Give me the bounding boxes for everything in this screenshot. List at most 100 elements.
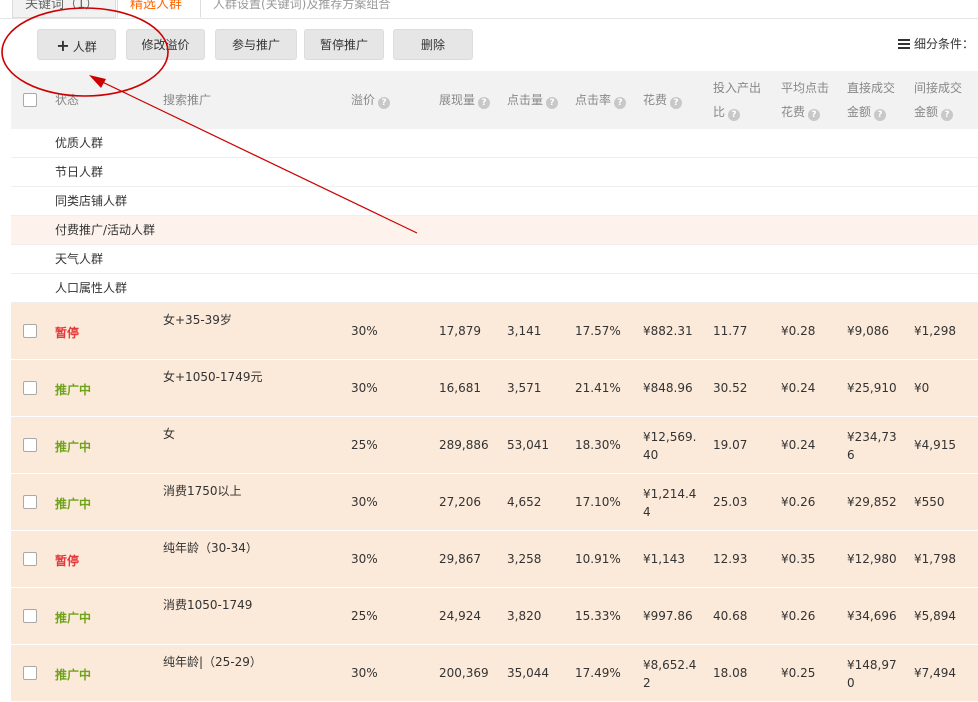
table-row[interactable]: 推广中 消费1750以上 30% 27,206 4,652 17.10% 25.03 ¥0.2… bbox=[11, 474, 978, 531]
header-direct-amount[interactable]: 直接成交 金额? bbox=[847, 76, 895, 124]
cell-direct-amount: ¥29,852 bbox=[847, 495, 897, 509]
cell-indirect: ¥0 bbox=[914, 381, 930, 395]
cell-direct-amount-wrap: 0 bbox=[847, 676, 855, 690]
row-checkbox[interactable] bbox=[23, 438, 37, 452]
help-icon[interactable]: ? bbox=[614, 97, 627, 109]
cell-direct-amount: ¥148,97 bbox=[847, 658, 897, 672]
audience-name[interactable]: 女+1050-1749元 bbox=[163, 368, 262, 385]
group-row[interactable]: 天气人群 bbox=[11, 245, 978, 274]
table-row[interactable]: 推广中 纯年龄|（25-29） 30% 200,369 35,044 17.49% 18.0… bbox=[11, 645, 978, 702]
table-row[interactable]: 暂停 女+35-39岁 30% 17,879 3,141 17.57% 11.77 ¥0.28… bbox=[11, 303, 978, 360]
cell-indirect: ¥1,798 bbox=[914, 552, 956, 566]
cell-clicks: 4,652 bbox=[507, 495, 542, 509]
cell-clicks: 3,820 bbox=[507, 609, 542, 623]
row-checkbox[interactable] bbox=[23, 324, 37, 338]
audience-name[interactable]: 纯年龄|（25-29） bbox=[163, 653, 262, 670]
edit-premium-button[interactable]: 修改溢价 bbox=[126, 29, 205, 60]
header-clicks[interactable]: 点击量? bbox=[507, 88, 559, 112]
cell-clicks: 3,141 bbox=[507, 324, 542, 338]
table-row[interactable]: 推广中 女+1050-1749元 30% 16,681 3,571 21.41% 30.52… bbox=[11, 360, 978, 417]
tab-selected-audience[interactable]: 精选人群 bbox=[117, 0, 201, 18]
cell-cpc: ¥0.35 bbox=[781, 552, 816, 566]
cell-ctr: 17.10% bbox=[575, 495, 621, 509]
header-cost[interactable]: 花费? bbox=[643, 88, 683, 112]
header-roi[interactable]: 投入产出比? bbox=[713, 76, 761, 124]
audience-name[interactable]: 纯年龄（30-34） bbox=[163, 539, 258, 556]
select-all-checkbox[interactable] bbox=[23, 93, 37, 107]
group-row[interactable]: 优质人群 bbox=[11, 129, 978, 158]
row-checkbox[interactable] bbox=[23, 609, 37, 623]
cell-cpc: ¥0.26 bbox=[781, 495, 816, 509]
audience-name[interactable]: 女+35-39岁 bbox=[163, 311, 232, 328]
cell-cost: ¥997.86 bbox=[643, 609, 693, 623]
join-promotion-button[interactable]: 参与推广 bbox=[215, 29, 297, 60]
cell-clicks: 3,258 bbox=[507, 552, 542, 566]
add-audience-button[interactable]: + 人群 bbox=[37, 29, 116, 60]
table-row[interactable]: 推广中 消费1050-1749 25% 24,924 3,820 15.33% 40.68 ¥… bbox=[11, 588, 978, 645]
help-icon[interactable]: ? bbox=[941, 109, 954, 121]
filter-conditions[interactable]: 细分条件： bbox=[897, 29, 974, 60]
cell-cpc: ¥0.24 bbox=[781, 438, 816, 452]
cell-indirect: ¥7,494 bbox=[914, 666, 956, 680]
tab-bar: 关键词（1） 精选人群 人群设置(关键词)及推荐方案组合 bbox=[0, 0, 978, 19]
cell-ctr: 18.30% bbox=[575, 438, 621, 452]
cell-indirect: ¥1,298 bbox=[914, 324, 956, 338]
cell-indirect: ¥550 bbox=[914, 495, 945, 509]
tab-audience-settings[interactable]: 人群设置(关键词)及推荐方案组合 bbox=[213, 0, 390, 18]
help-icon[interactable]: ? bbox=[378, 97, 391, 109]
help-icon[interactable]: ? bbox=[670, 97, 683, 109]
audience-name[interactable]: 消费1750以上 bbox=[163, 482, 242, 499]
cell-cost-wrap: 40 bbox=[643, 448, 659, 462]
cell-premium: 30% bbox=[351, 552, 378, 566]
header-impressions[interactable]: 展现量? bbox=[439, 88, 491, 112]
cell-clicks: 3,571 bbox=[507, 381, 542, 395]
group-row[interactable]: 付费推广/活动人群 bbox=[11, 216, 978, 245]
header-ctr[interactable]: 点击率? bbox=[575, 88, 627, 112]
cell-clicks: 35,044 bbox=[507, 666, 549, 680]
group-row[interactable]: 同类店铺人群 bbox=[11, 187, 978, 216]
row-checkbox[interactable] bbox=[23, 381, 37, 395]
list-icon bbox=[897, 39, 910, 49]
header-status: 状态 bbox=[55, 93, 80, 107]
audience-name[interactable]: 消费1050-1749 bbox=[163, 596, 252, 613]
header-indirect-amount[interactable]: 间接成交 金额? bbox=[914, 76, 962, 124]
table-row[interactable]: 推广中 女 25% 289,886 53,041 18.30% 19.07 ¥0.24 ¥4,9… bbox=[11, 417, 978, 474]
help-icon[interactable]: ? bbox=[546, 97, 559, 109]
cell-premium: 30% bbox=[351, 666, 378, 680]
help-icon[interactable]: ? bbox=[808, 109, 821, 121]
group-row[interactable]: 人口属性人群 bbox=[11, 274, 978, 303]
table-row[interactable]: 暂停 纯年龄（30-34） 30% 29,867 3,258 10.91% 12.93 ¥0.… bbox=[11, 531, 978, 588]
cell-cost-wrap: 2 bbox=[643, 676, 651, 690]
help-icon[interactable]: ? bbox=[874, 109, 887, 121]
cell-cpc: ¥0.28 bbox=[781, 324, 816, 338]
cell-premium: 30% bbox=[351, 381, 378, 395]
header-premium[interactable]: 溢价? bbox=[351, 88, 391, 112]
cell-ctr: 17.49% bbox=[575, 666, 621, 680]
cell-direct-amount: ¥25,910 bbox=[847, 381, 897, 395]
help-icon[interactable]: ? bbox=[478, 97, 491, 109]
cell-premium: 25% bbox=[351, 609, 378, 623]
cell-roi: 40.68 bbox=[713, 609, 748, 623]
help-icon[interactable]: ? bbox=[728, 109, 741, 121]
cell-premium: 30% bbox=[351, 324, 378, 338]
cell-direct-amount: ¥234,73 bbox=[847, 430, 897, 444]
cell-cost: ¥848.96 bbox=[643, 381, 693, 395]
row-checkbox[interactable] bbox=[23, 666, 37, 680]
group-row[interactable]: 节日人群 bbox=[11, 158, 978, 187]
cell-ctr: 17.57% bbox=[575, 324, 621, 338]
tab-keywords[interactable]: 关键词（1） bbox=[12, 0, 116, 18]
cell-cost-wrap: 4 bbox=[643, 505, 651, 519]
pause-promotion-button[interactable]: 暂停推广 bbox=[304, 29, 384, 60]
cell-roi: 12.93 bbox=[713, 552, 748, 566]
header-cpc[interactable]: 平均点击 花费? bbox=[781, 76, 829, 124]
status-label: 推广中 bbox=[55, 497, 92, 511]
cell-cost: ¥882.31 bbox=[643, 324, 693, 338]
cell-impressions: 27,206 bbox=[439, 495, 481, 509]
delete-button[interactable]: 删除 bbox=[393, 29, 473, 60]
audience-name[interactable]: 女 bbox=[163, 425, 175, 442]
cell-ctr: 10.91% bbox=[575, 552, 621, 566]
cell-cpc: ¥0.24 bbox=[781, 381, 816, 395]
cell-cost: ¥8,652.4 bbox=[643, 658, 697, 672]
row-checkbox[interactable] bbox=[23, 495, 37, 509]
row-checkbox[interactable] bbox=[23, 552, 37, 566]
